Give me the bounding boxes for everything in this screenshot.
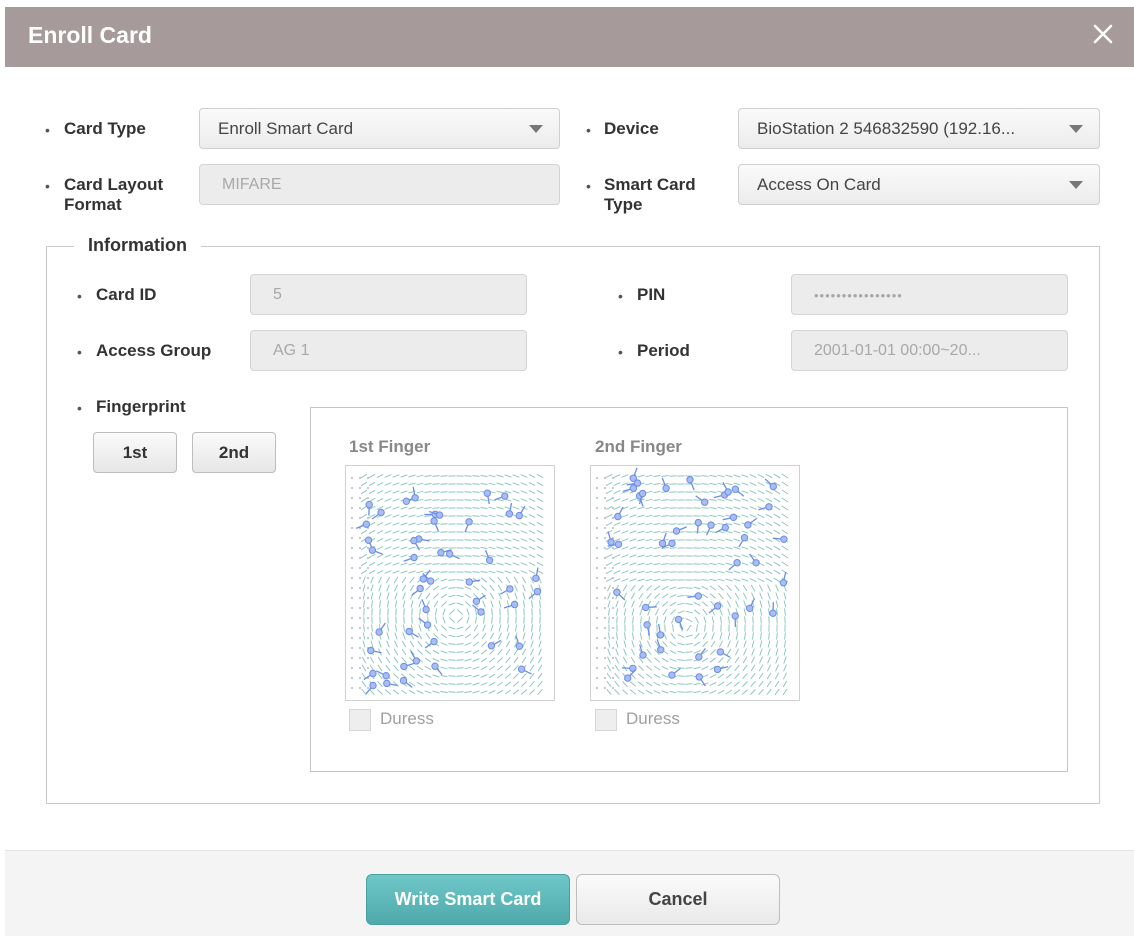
bullet: • <box>618 286 623 306</box>
fingerprint-2nd-button[interactable]: 2nd <box>192 432 276 473</box>
smart-card-type-select[interactable]: Access On Card <box>738 164 1100 205</box>
cancel-button[interactable]: Cancel <box>576 874 780 925</box>
smart-card-type-label-line1: Smart Card <box>604 175 696 195</box>
card-id-label: Card ID <box>96 285 156 305</box>
finger2-label: 2nd Finger <box>595 437 682 457</box>
access-group-field: AG 1 <box>250 330 527 371</box>
device-value: BioStation 2 546832590 (192.16... <box>757 119 1015 139</box>
card-layout-format-label-line1: Card Layout <box>64 175 163 195</box>
card-layout-format-label-line2: Format <box>64 195 163 215</box>
device-label: Device <box>604 119 659 139</box>
card-type-select[interactable]: Enroll Smart Card <box>199 108 560 149</box>
smart-card-type-label: Smart Card Type <box>604 175 696 215</box>
card-id-field: 5 <box>250 274 527 315</box>
bullet: • <box>77 398 82 418</box>
finger1-duress-label: Duress <box>380 709 434 729</box>
period-field: 2001-01-01 00:00~20... <box>791 330 1068 371</box>
pin-value: •••••••••••••••• <box>814 288 903 303</box>
chevron-down-icon <box>1069 125 1083 133</box>
finger1-label: 1st Finger <box>349 437 430 457</box>
fingerprint-1st-button[interactable]: 1st <box>93 432 177 473</box>
fingerprint-image <box>346 466 554 700</box>
pin-field: •••••••••••••••• <box>791 274 1068 315</box>
smart-card-type-value: Access On Card <box>757 175 881 195</box>
bullet: • <box>77 286 82 306</box>
finger1-image <box>345 465 555 701</box>
close-icon[interactable] <box>1088 19 1118 49</box>
dialog-titlebar: Enroll Card <box>5 7 1134 67</box>
card-layout-format-field: MIFARE <box>199 164 560 205</box>
finger2-duress-label: Duress <box>626 709 680 729</box>
bullet: • <box>586 176 591 196</box>
access-group-label: Access Group <box>96 341 211 361</box>
write-smart-card-button[interactable]: Write Smart Card <box>366 874 570 925</box>
fingerprint-image <box>591 466 799 700</box>
bullet: • <box>77 342 82 362</box>
device-select[interactable]: BioStation 2 546832590 (192.16... <box>738 108 1100 149</box>
fingerprint-label: Fingerprint <box>96 397 186 417</box>
period-value: 2001-01-01 00:00~20... <box>814 342 981 360</box>
card-layout-format-label: Card Layout Format <box>64 175 163 215</box>
finger2-duress-checkbox[interactable] <box>595 709 617 731</box>
card-type-value: Enroll Smart Card <box>218 119 353 139</box>
dialog-title: Enroll Card <box>28 22 152 49</box>
bullet: • <box>45 120 50 140</box>
smart-card-type-label-line2: Type <box>604 195 696 215</box>
information-legend: Information <box>74 235 201 256</box>
chevron-down-icon <box>529 125 543 133</box>
bullet: • <box>618 342 623 362</box>
bullet: • <box>586 120 591 140</box>
enroll-card-dialog: Enroll Card • Card Type Enroll Smart Car… <box>0 0 1134 935</box>
access-group-value: AG 1 <box>273 342 309 360</box>
card-type-label: Card Type <box>64 119 146 139</box>
card-id-value: 5 <box>273 286 282 304</box>
bullet: • <box>45 176 50 196</box>
pin-label: PIN <box>637 285 665 305</box>
finger2-image <box>590 465 800 701</box>
chevron-down-icon <box>1069 181 1083 189</box>
card-layout-format-value: MIFARE <box>222 176 282 194</box>
finger1-duress-checkbox[interactable] <box>349 709 371 731</box>
period-label: Period <box>637 341 690 361</box>
